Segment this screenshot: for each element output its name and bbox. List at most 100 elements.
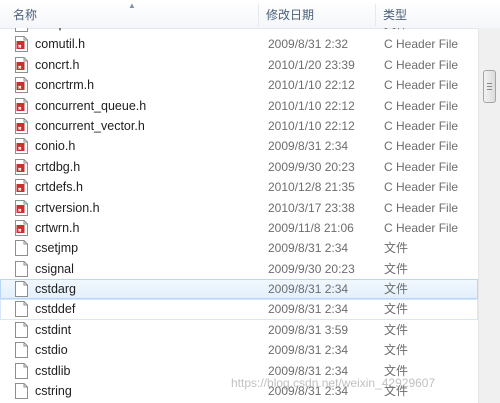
file-row[interactable]: cstdio 2009/8/31 2:34 文件 xyxy=(0,340,478,360)
column-header-name[interactable]: 名称 xyxy=(13,0,37,28)
c-header-file-icon xyxy=(15,56,28,73)
file-modified-date: 2009/9/30 20:23 xyxy=(268,159,355,174)
scrollbar-grip xyxy=(487,89,492,90)
file-type: C Header File xyxy=(384,159,459,174)
file-modified-date: 2010/1/10 22:12 xyxy=(268,98,355,113)
blank-file-icon xyxy=(15,342,28,359)
blank-file-icon xyxy=(15,260,28,277)
blank-file-icon xyxy=(15,281,28,298)
file-type: 文件 xyxy=(384,282,409,297)
column-header-date[interactable]: 修改日期 xyxy=(266,0,314,28)
file-name: cstdlib xyxy=(35,363,71,378)
scrollbar-grip xyxy=(487,86,492,87)
file-row[interactable]: crtdefs.h 2010/12/8 21:35 C Header File xyxy=(0,177,478,197)
c-header-file-icon xyxy=(15,179,28,196)
file-modified-date: 2009/8/31 2:34 xyxy=(268,343,349,358)
file-type: C Header File xyxy=(384,200,459,215)
c-header-file-icon xyxy=(15,199,28,216)
file-name: cstdio xyxy=(35,343,68,358)
file-modified-date: 2009/11/8 21:06 xyxy=(268,220,354,235)
file-modified-date: 2009/8/31 2:34 xyxy=(268,282,349,297)
file-name: crtdefs.h xyxy=(35,180,83,195)
file-row[interactable]: concrtrm.h 2010/1/10 22:12 C Header File xyxy=(0,75,478,95)
column-divider[interactable] xyxy=(258,4,259,26)
file-list-rows: complex2009/8/31 2:34文件comutil.h2009/8/3… xyxy=(0,28,478,401)
file-type: C Header File xyxy=(384,180,459,195)
scrollbar-thumb[interactable] xyxy=(483,70,496,103)
file-type: C Header File xyxy=(384,220,459,235)
file-name: crtwrn.h xyxy=(35,220,80,235)
scrollbar-grip xyxy=(487,83,492,84)
column-header-bar: ▲ 名称 修改日期 类型 xyxy=(0,0,500,29)
file-row[interactable]: crtdbg.h 2009/9/30 20:23 C Header File xyxy=(0,157,478,177)
file-name: csetjmp xyxy=(35,241,79,256)
file-type: C Header File xyxy=(384,118,459,133)
file-type: C Header File xyxy=(384,78,459,93)
file-name: cstring xyxy=(35,384,72,399)
file-name: comutil.h xyxy=(35,37,86,52)
c-header-file-icon xyxy=(15,138,28,155)
file-name: concurrent_vector.h xyxy=(35,118,145,133)
file-name: concurrent_queue.h xyxy=(35,98,147,113)
file-explorer-window: ▲ 名称 修改日期 类型 complex2009/8/31 2:34文件comu… xyxy=(0,0,500,403)
file-name: crtversion.h xyxy=(35,200,100,215)
c-header-file-icon xyxy=(15,36,28,53)
file-row[interactable]: cstddef 2009/8/31 2:34 文件 xyxy=(0,299,478,319)
file-row[interactable]: conio.h 2009/8/31 2:34 C Header File xyxy=(0,136,478,156)
file-modified-date: 2010/12/8 21:35 xyxy=(268,180,355,195)
file-row[interactable]: cstdint 2009/8/31 3:59 文件 xyxy=(0,320,478,340)
file-row[interactable]: comutil.h 2009/8/31 2:32 C Header File xyxy=(0,34,478,54)
file-name: cstdint xyxy=(35,322,72,337)
file-type: C Header File xyxy=(384,139,459,154)
blank-file-icon xyxy=(15,28,28,32)
blank-file-icon xyxy=(15,321,28,338)
file-row[interactable]: crtwrn.h 2009/11/8 21:06 C Header File xyxy=(0,218,478,238)
file-list: complex2009/8/31 2:34文件comutil.h2009/8/3… xyxy=(0,28,478,403)
vertical-scrollbar[interactable] xyxy=(478,28,500,403)
file-row[interactable]: concurrent_queue.h 2010/1/10 22:12 C Heade… xyxy=(0,96,478,116)
sort-arrow-icon: ▲ xyxy=(128,1,136,10)
file-row[interactable]: concurrent_vector.h 2010/1/10 22:12 C Head… xyxy=(0,116,478,136)
file-row[interactable]: crtversion.h 2010/3/17 23:38 C Header File xyxy=(0,198,478,218)
file-type: 文件 xyxy=(384,322,409,337)
file-name: conio.h xyxy=(35,139,76,154)
file-type: C Header File xyxy=(384,57,459,72)
file-modified-date: 2010/1/20 23:39 xyxy=(268,57,355,72)
blank-file-icon xyxy=(15,240,28,257)
watermark-text: https://blog.csdn.net/weixin_42929607 xyxy=(231,376,436,390)
c-header-file-icon xyxy=(15,117,28,134)
file-row[interactable]: csignal 2009/9/30 20:23 文件 xyxy=(0,259,478,279)
file-modified-date: 2009/8/31 3:59 xyxy=(268,322,349,337)
c-header-file-icon xyxy=(15,158,28,175)
file-modified-date: 2009/8/31 2:34 xyxy=(268,139,349,154)
c-header-file-icon xyxy=(15,219,28,236)
file-name: concrtrm.h xyxy=(35,78,95,93)
column-divider[interactable] xyxy=(375,4,376,26)
c-header-file-icon xyxy=(15,77,28,94)
file-type: 文件 xyxy=(384,343,409,358)
file-modified-date: 2010/1/10 22:12 xyxy=(268,78,355,93)
blank-file-icon xyxy=(15,362,28,379)
file-name: crtdbg.h xyxy=(35,159,81,174)
file-name: cstddef xyxy=(35,302,76,317)
file-row[interactable]: cstdarg 2009/8/31 2:34 文件 xyxy=(0,279,478,300)
file-modified-date: 2010/1/10 22:12 xyxy=(268,118,355,133)
file-type: C Header File xyxy=(384,37,459,52)
file-row[interactable]: concrt.h 2010/1/20 23:39 C Header File xyxy=(0,55,478,75)
column-header-type[interactable]: 类型 xyxy=(383,0,407,28)
file-name: concrt.h xyxy=(35,57,80,72)
file-type: 文件 xyxy=(384,261,409,276)
file-modified-date: 2009/8/31 2:34 xyxy=(268,241,349,256)
file-modified-date: 2009/8/31 2:32 xyxy=(268,37,349,52)
file-name: cstdarg xyxy=(35,282,76,297)
file-modified-date: 2009/8/31 2:34 xyxy=(268,302,349,317)
file-modified-date: 2009/9/30 20:23 xyxy=(268,261,355,276)
c-header-file-icon xyxy=(15,97,28,114)
file-type: 文件 xyxy=(384,302,409,317)
blank-file-icon xyxy=(15,301,28,318)
blank-file-icon xyxy=(15,383,28,400)
file-modified-date: 2010/3/17 23:38 xyxy=(268,200,355,215)
file-row[interactable]: csetjmp 2009/8/31 2:34 文件 xyxy=(0,238,478,258)
file-type: C Header File xyxy=(384,98,459,113)
file-name: csignal xyxy=(35,261,74,276)
